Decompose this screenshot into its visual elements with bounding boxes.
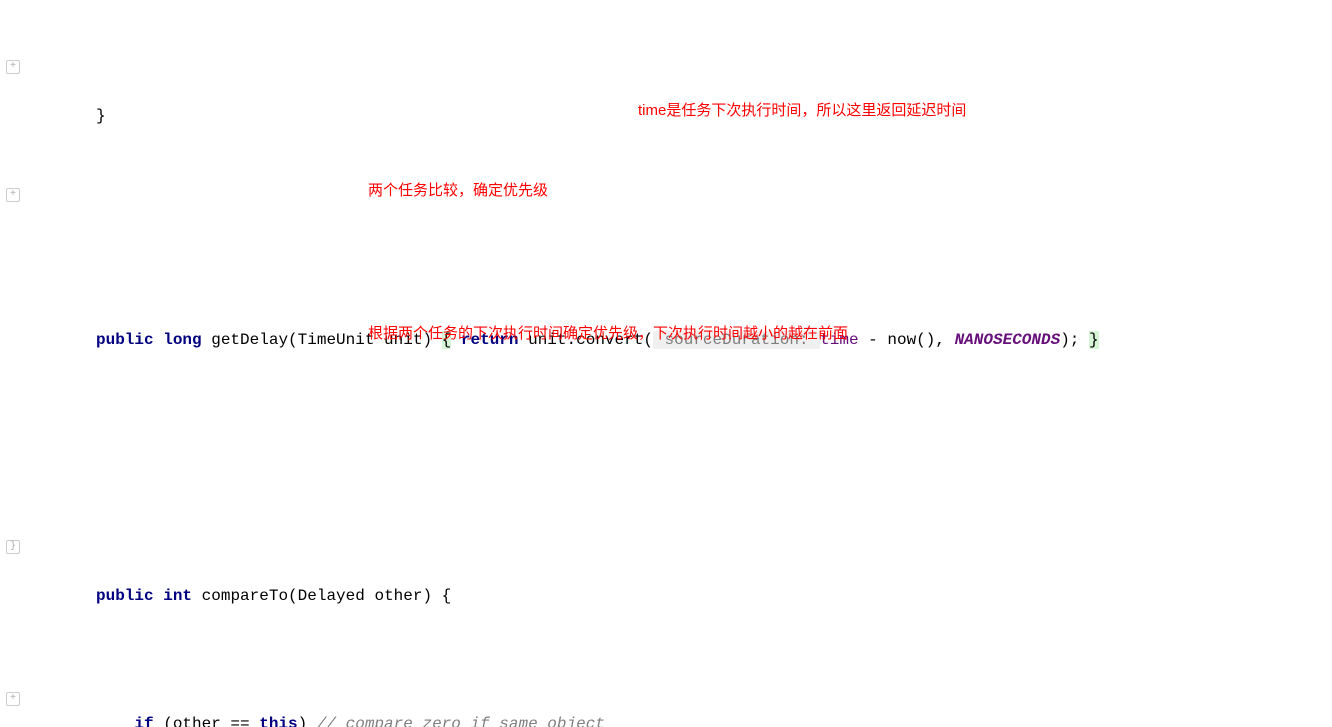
code-line[interactable] — [36, 196, 1332, 228]
fold-expand-icon[interactable]: + — [6, 188, 20, 202]
fold-close-icon[interactable]: } — [6, 540, 20, 554]
code-line[interactable] — [36, 452, 1332, 484]
fold-expand-icon[interactable]: + — [6, 692, 20, 706]
annotation-text: time是任务下次执行时间，所以这里返回延迟时间 — [638, 95, 966, 127]
fold-expand-icon[interactable]: + — [6, 60, 20, 74]
code-editor[interactable]: } public long getDelay(TimeUnit unit) { … — [28, 0, 1332, 727]
editor-gutter: + + } + — [0, 0, 28, 727]
code-line[interactable]: if (other == this) // compare zero if sa… — [36, 708, 1332, 727]
annotation-text: 两个任务比较，确定优先级 — [368, 175, 548, 207]
annotation-text: 根据两个任务的下次执行时间确定优先级，下次执行时间越小的越在前面 — [368, 318, 848, 350]
code-line[interactable]: public int compareTo(Delayed other) { — [36, 580, 1332, 612]
